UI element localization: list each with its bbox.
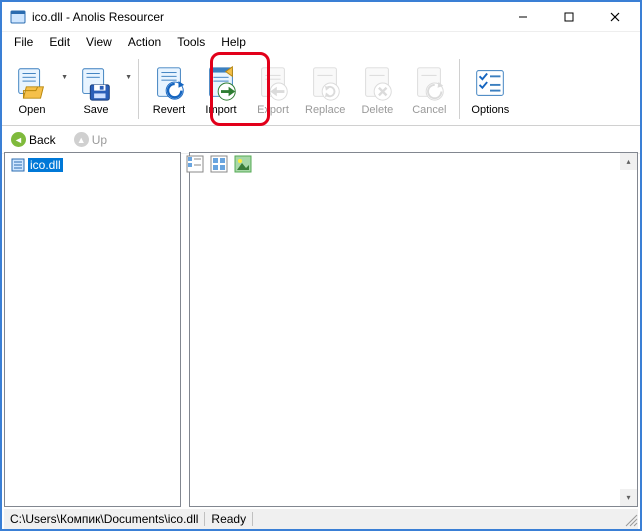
icons-view-icon[interactable] (210, 155, 228, 173)
menu-tools[interactable]: Tools (169, 33, 213, 51)
thumbnails-view-icon[interactable] (234, 155, 252, 173)
window-title: ico.dll - Anolis Resourcer (32, 10, 500, 24)
tree-item-label: ico.dll (28, 158, 63, 172)
options-button[interactable]: Options (464, 60, 516, 118)
menu-edit[interactable]: Edit (41, 33, 78, 51)
workspace: ico.dll ▴ ▾ (4, 152, 638, 507)
delete-button[interactable]: Delete (351, 60, 403, 118)
save-dropdown-arrow[interactable]: ▼ (125, 74, 132, 81)
menu-view[interactable]: View (78, 33, 120, 51)
save-icon (77, 64, 115, 102)
content-pane[interactable]: ▴ ▾ (189, 152, 638, 507)
open-icon (13, 64, 51, 102)
menubar: File Edit View Action Tools Help (2, 32, 640, 52)
maximize-button[interactable] (546, 2, 592, 31)
options-icon (471, 64, 509, 102)
dll-file-icon (11, 158, 25, 172)
resize-grip[interactable] (622, 511, 638, 527)
back-button[interactable]: ◄ Back (8, 131, 59, 148)
back-arrow-icon: ◄ (11, 132, 26, 147)
delete-label: Delete (361, 104, 393, 116)
import-button[interactable]: Import (195, 60, 247, 118)
up-arrow-icon: ▲ (74, 132, 89, 147)
replace-icon (306, 64, 344, 102)
open-label: Open (19, 104, 46, 116)
up-button[interactable]: ▲ Up (71, 131, 110, 148)
options-label: Options (471, 104, 509, 116)
navbar: ◄ Back ▲ Up (2, 126, 640, 154)
minimize-button[interactable] (500, 2, 546, 31)
import-label: Import (205, 104, 236, 116)
menu-action[interactable]: Action (120, 33, 169, 51)
revert-icon (150, 64, 188, 102)
toolbar: Open ▼ Save ▼ Revert Import Export Repla… (2, 52, 640, 126)
save-button[interactable]: Save ▼ (70, 60, 122, 118)
tree-item[interactable]: ico.dll (9, 157, 176, 173)
open-button[interactable]: Open ▼ (6, 60, 58, 118)
view-mode-toolbar (186, 155, 252, 173)
status-state: Ready (205, 512, 253, 526)
export-icon (254, 64, 292, 102)
app-icon (10, 9, 26, 25)
save-label: Save (83, 104, 108, 116)
cancel-button[interactable]: Cancel (403, 60, 455, 118)
scroll-down-button[interactable]: ▾ (620, 489, 637, 506)
separator (138, 59, 139, 119)
revert-button[interactable]: Revert (143, 60, 195, 118)
scroll-up-button[interactable]: ▴ (620, 153, 637, 170)
import-icon (202, 64, 240, 102)
replace-label: Replace (305, 104, 345, 116)
open-dropdown-arrow[interactable]: ▼ (61, 74, 68, 81)
export-label: Export (257, 104, 289, 116)
menu-file[interactable]: File (6, 33, 41, 51)
up-label: Up (92, 133, 107, 147)
replace-button[interactable]: Replace (299, 60, 351, 118)
details-view-icon[interactable] (186, 155, 204, 173)
cancel-label: Cancel (412, 104, 446, 116)
menu-help[interactable]: Help (213, 33, 254, 51)
statusbar: C:\Users\Компик\Documents\ico.dll Ready (4, 509, 638, 529)
revert-label: Revert (153, 104, 185, 116)
delete-icon (358, 64, 396, 102)
cancel-icon (410, 64, 448, 102)
separator (459, 59, 460, 119)
tree-pane[interactable]: ico.dll (4, 152, 181, 507)
status-path: C:\Users\Компик\Documents\ico.dll (4, 512, 205, 526)
back-label: Back (29, 133, 56, 147)
titlebar: ico.dll - Anolis Resourcer (2, 2, 640, 32)
close-button[interactable] (592, 2, 638, 31)
export-button[interactable]: Export (247, 60, 299, 118)
